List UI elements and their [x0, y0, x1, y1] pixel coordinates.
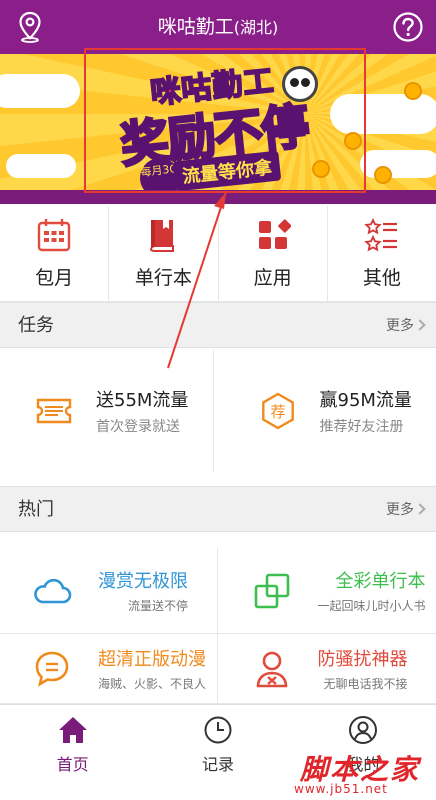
- app-title-text: 咪咕勤工: [157, 16, 234, 38]
- chevron-right-icon[interactable]: [414, 319, 426, 331]
- task-desc: 推荐好友注册: [319, 419, 404, 435]
- category-single-book[interactable]: 单行本: [109, 206, 219, 301]
- task-desc: 首次登录就送: [96, 419, 180, 435]
- app-header: 咪咕勤工(湖北): [0, 0, 436, 54]
- section-title: 热门: [18, 499, 54, 520]
- task-title: 送55M流量: [96, 390, 189, 411]
- task-item-login[interactable]: 送55M流量 首次登录就送: [0, 350, 214, 472]
- task-item-recommend[interactable]: 荐 赢95M流量 推荐好友注册: [214, 350, 436, 472]
- hot-item-anti-spam[interactable]: 防骚扰神器 无聊电话我不接: [218, 634, 436, 703]
- task-list: 送55M流量 首次登录就送 荐 赢95M流量 推荐好友注册: [0, 350, 436, 472]
- nav-label: 记录: [201, 755, 234, 774]
- hot-row: 超清正版动漫 海贼、火影、不良人 防骚扰神器 无聊电话我不接: [0, 634, 436, 704]
- category-label: 其他: [362, 267, 401, 289]
- copy-squares-icon: [254, 573, 289, 608]
- watermark-url: www.jb51.net: [294, 782, 388, 796]
- apps-icon: [258, 219, 291, 249]
- star-list-icon: [364, 217, 397, 252]
- help-icon[interactable]: [392, 11, 424, 43]
- category-label: 包月: [35, 267, 74, 289]
- user-block-icon: [256, 651, 287, 687]
- hot-item-color-book[interactable]: 全彩单行本 一起回味儿时小人书: [218, 548, 436, 633]
- nav-records[interactable]: 记录: [145, 705, 290, 778]
- more-link[interactable]: 更多: [386, 487, 414, 533]
- region-label: (湖北): [233, 18, 279, 37]
- hot-desc: 无聊电话我不接: [323, 677, 408, 691]
- category-monthly[interactable]: 包月: [0, 206, 110, 301]
- book-icon: [150, 220, 175, 252]
- section-header-tasks: 任务 更多: [0, 302, 436, 348]
- calendar-grid-icon: [37, 219, 71, 252]
- recommend-hexagon-icon: 荐: [261, 392, 294, 430]
- hot-title: 防骚扰神器: [317, 649, 408, 670]
- hot-desc: 流量送不停: [127, 599, 188, 613]
- clock-icon: [204, 716, 232, 744]
- category-label: 单行本: [134, 267, 192, 289]
- section-header-hot: 热门 更多: [0, 486, 436, 532]
- ticket-icon: [36, 398, 72, 424]
- cloud-icon: [34, 578, 72, 603]
- category-other[interactable]: 其他: [328, 206, 436, 301]
- annotation-highlight-box: [84, 48, 366, 193]
- hot-title: 超清正版动漫: [98, 649, 207, 670]
- hot-title: 漫赏无极限: [98, 571, 188, 592]
- chat-bubble-icon: [35, 651, 69, 687]
- hot-item-manga[interactable]: 漫赏无极限 流量送不停: [0, 548, 218, 633]
- hot-desc: 海贼、火影、不良人: [98, 677, 207, 691]
- category-grid: 包月 单行本 应用 其他: [0, 206, 436, 302]
- hot-item-anime[interactable]: 超清正版动漫 海贼、火影、不良人: [0, 634, 218, 703]
- hot-desc: 一起回味儿时小人书: [317, 599, 426, 613]
- hot-title: 全彩单行本: [335, 571, 426, 592]
- home-icon: [58, 717, 87, 743]
- hot-row: 漫赏无极限 流量送不停 全彩单行本 一起回味儿时小人书: [0, 548, 436, 634]
- chevron-right-icon[interactable]: [414, 503, 426, 515]
- category-apps[interactable]: 应用: [219, 206, 328, 301]
- app-title: 咪咕勤工(湖北): [0, 0, 436, 54]
- nav-label: 首页: [56, 755, 89, 774]
- profile-icon: [349, 716, 378, 744]
- category-label: 应用: [253, 267, 292, 289]
- section-title: 任务: [18, 315, 54, 336]
- more-link[interactable]: 更多: [386, 303, 414, 349]
- recommend-icon-char: 荐: [270, 403, 285, 421]
- nav-home[interactable]: 首页: [0, 705, 145, 778]
- task-title: 赢95M流量: [319, 390, 412, 411]
